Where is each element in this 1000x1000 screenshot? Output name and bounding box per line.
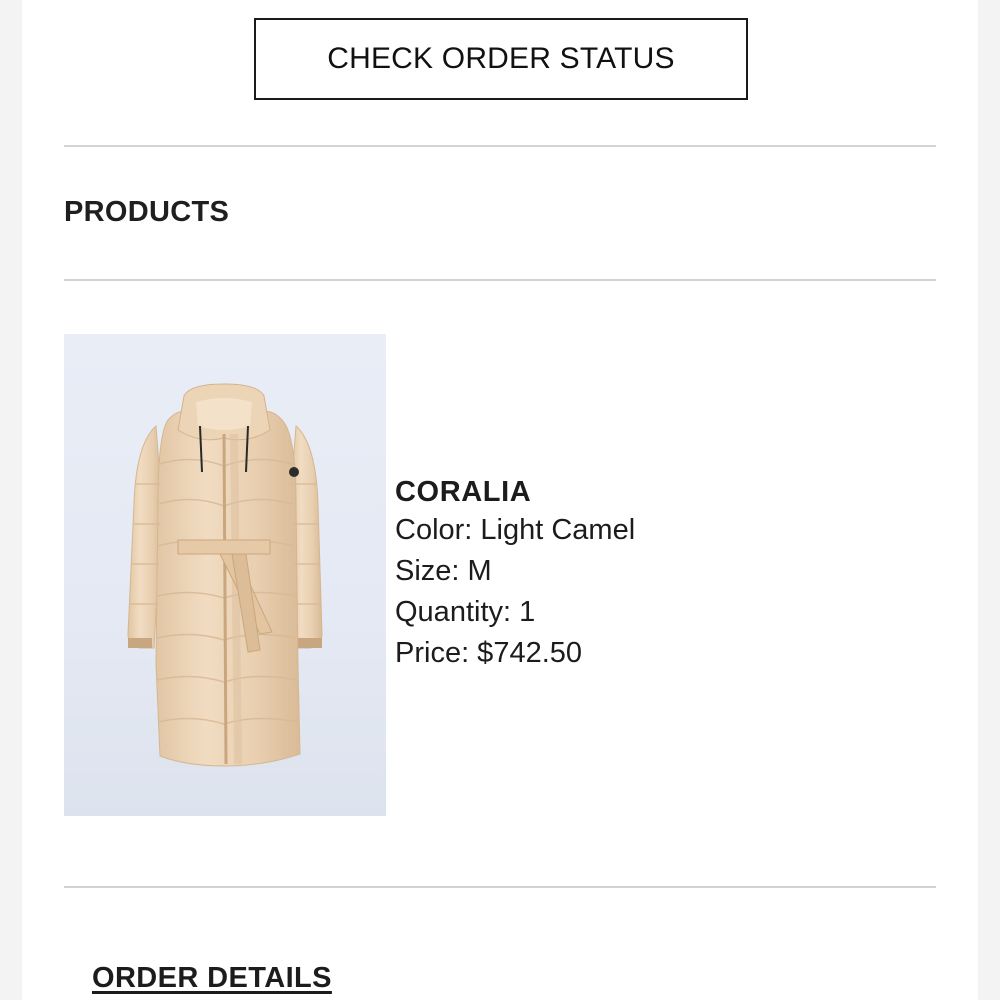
product-info: CORALIA Color: Light Camel Size: M Quant… <box>395 474 635 674</box>
product-image[interactable] <box>64 334 386 816</box>
down-coat-image <box>127 383 323 767</box>
product-size: Size: M <box>395 555 492 587</box>
divider <box>64 279 936 281</box>
product-price: Price: $742.50 <box>395 637 583 669</box>
divider <box>64 886 936 888</box>
divider <box>64 145 936 147</box>
product-color: Color: Light Camel <box>395 514 636 546</box>
email-content: CHECK ORDER STATUS PRODUCTS CORALIA Colo… <box>22 0 978 1000</box>
check-order-status-button[interactable]: CHECK ORDER STATUS <box>254 18 748 100</box>
product-name[interactable]: CORALIA <box>395 474 635 510</box>
products-heading: PRODUCTS <box>64 196 230 228</box>
order-details-link[interactable]: ORDER DETAILS <box>92 962 332 995</box>
product-quantity: Quantity: 1 <box>395 596 536 628</box>
